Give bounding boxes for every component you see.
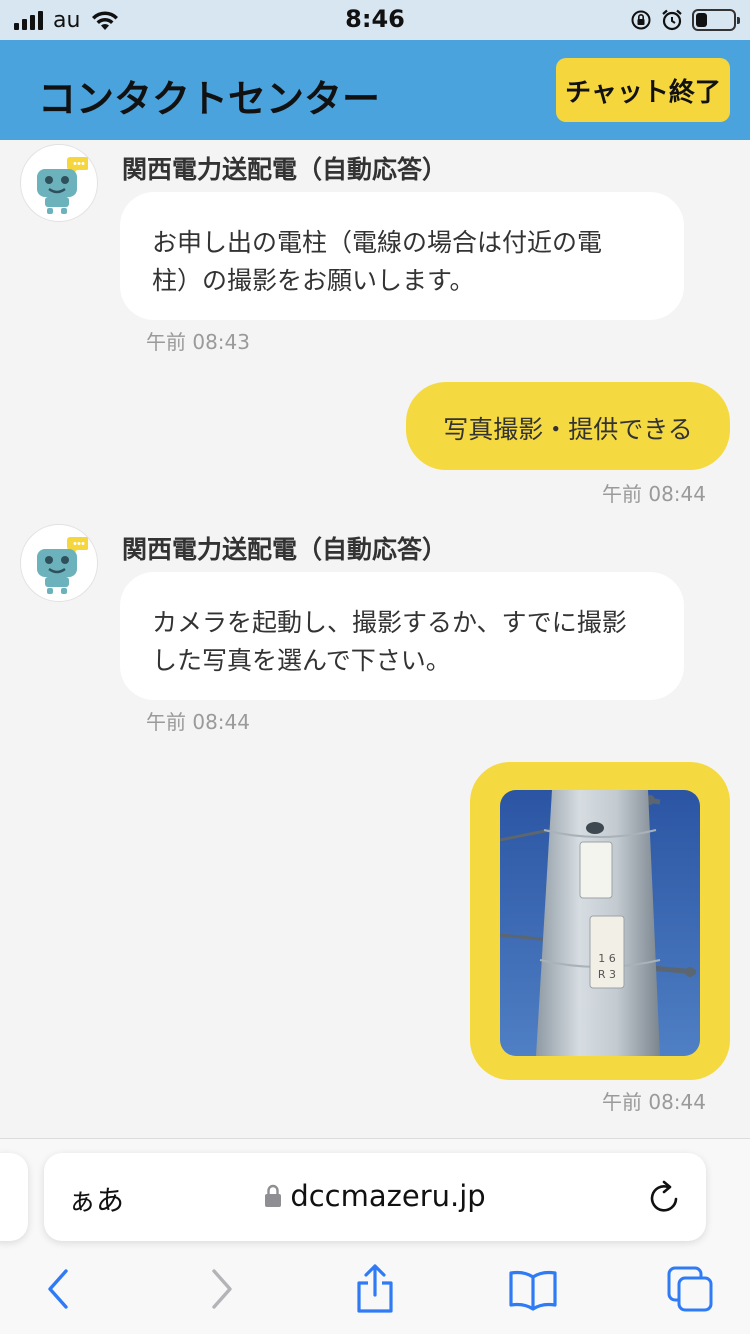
share-icon[interactable] xyxy=(354,1263,396,1315)
reload-icon[interactable] xyxy=(648,1179,682,1215)
message-sender: 関西電力送配電（自動応答） xyxy=(122,535,448,564)
tabs-icon[interactable] xyxy=(666,1265,714,1313)
status-right xyxy=(630,6,740,34)
status-bar: au 8:46 xyxy=(0,0,750,40)
browser-toolbar: ぁあ dccmazeru.jp xyxy=(0,1138,750,1334)
message-timestamp: 午前 08:44 xyxy=(602,482,706,506)
page-title: コンタクトセンター xyxy=(38,77,381,121)
utility-pole-photo[interactable]: 1 6 R 3 xyxy=(500,790,700,1056)
lock-icon xyxy=(265,1184,282,1207)
message-sender: 関西電力送配電（自動応答） xyxy=(122,155,448,184)
back-icon[interactable] xyxy=(44,1267,74,1311)
message-timestamp: 午前 08:44 xyxy=(146,710,250,734)
alarm-icon xyxy=(662,9,682,31)
previous-tab-card[interactable] xyxy=(0,1153,28,1241)
message-text-line: 柱）の撮影をお願いします。 xyxy=(152,266,475,295)
battery-icon xyxy=(692,9,740,31)
rotation-lock-icon xyxy=(631,10,651,30)
app-header: コンタクトセンター チャット終了 xyxy=(0,40,750,140)
bot-message-bubble: お申し出の電柱（電線の場合は付近の電 柱）の撮影をお願いします。 xyxy=(120,192,684,320)
address-bar[interactable]: ぁあ dccmazeru.jp xyxy=(44,1153,706,1241)
message-text-line: お申し出の電柱（電線の場合は付近の電 xyxy=(152,228,603,257)
svg-text:R 3: R 3 xyxy=(598,968,616,981)
url-text: dccmazeru.jp xyxy=(290,1179,486,1213)
robot-avatar-icon xyxy=(20,524,98,602)
forward-icon[interactable] xyxy=(206,1267,236,1311)
message-timestamp: 午前 08:43 xyxy=(146,330,250,354)
bookmarks-icon[interactable] xyxy=(508,1269,558,1311)
user-image-bubble[interactable]: 1 6 R 3 xyxy=(470,762,730,1080)
svg-text:1 6: 1 6 xyxy=(598,952,616,965)
message-text-line: した写真を選んで下さい。 xyxy=(152,646,451,675)
user-message-bubble: 写真撮影・提供できる xyxy=(406,382,730,470)
chat-log[interactable]: 関西電力送配電（自動応答） お申し出の電柱（電線の場合は付近の電 柱）の撮影をお… xyxy=(0,140,750,1138)
message-text-line: カメラを起動し、撮影するか、すでに撮影 xyxy=(152,608,627,637)
message-text: 写真撮影・提供できる xyxy=(443,415,693,444)
bot-message-bubble: カメラを起動し、撮影するか、すでに撮影 した写真を選んで下さい。 xyxy=(120,572,684,700)
message-timestamp: 午前 08:44 xyxy=(602,1090,706,1114)
robot-avatar-icon xyxy=(20,144,98,222)
url-display[interactable]: dccmazeru.jp xyxy=(44,1179,706,1213)
end-chat-button[interactable]: チャット終了 xyxy=(556,58,730,122)
